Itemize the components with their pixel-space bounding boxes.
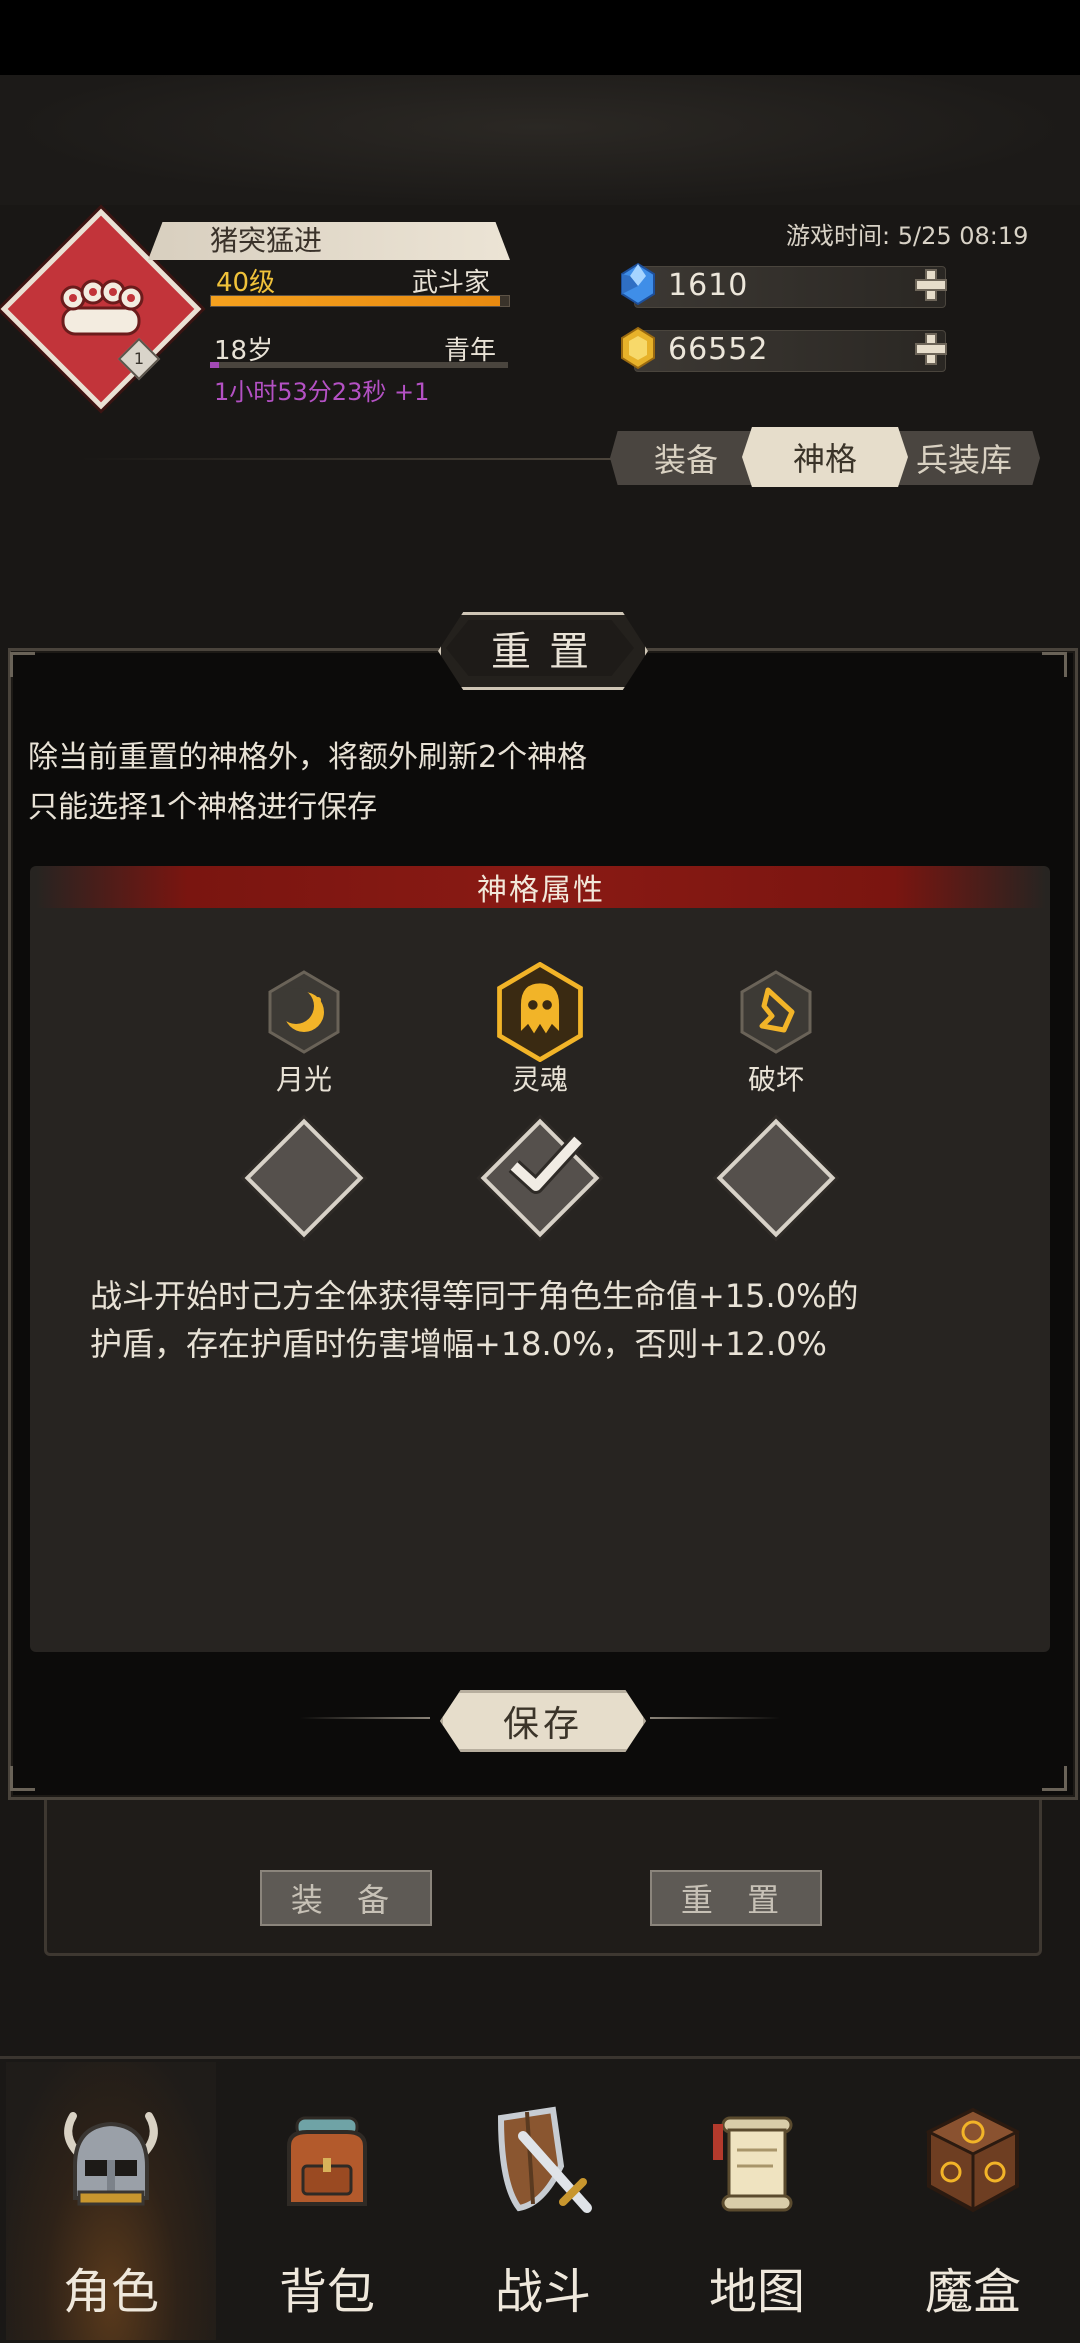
add-diamond-button[interactable] [914, 268, 948, 302]
tab-armory[interactable]: 兵装库 [888, 431, 1040, 485]
dialog-description-2: 只能选择1个神格进行保存 [28, 790, 378, 825]
dialog-corner [10, 652, 35, 677]
backpack-icon [287, 2116, 367, 2206]
name-ribbon [148, 222, 510, 260]
magic-box-icon [925, 2107, 1021, 2213]
option-label-soul: 灵魂 [511, 1063, 568, 1096]
section-title: 神格属性 [36, 866, 1046, 908]
nav-label-map: 地图 [708, 2264, 805, 2320]
nav-label-character: 角色 [62, 2264, 159, 2320]
dialog-description-1: 除当前重置的神格外，将额外刷新2个神格 [28, 740, 588, 775]
status-bar [0, 0, 1080, 75]
add-gold-button[interactable] [914, 332, 948, 366]
nav-label-battle: 战斗 [494, 2264, 591, 2320]
dialog-corner [1042, 1766, 1067, 1791]
age-bar-fill [210, 362, 219, 368]
option-label-destroy: 破坏 [747, 1063, 804, 1096]
nav-label-backpack: 背包 [278, 2264, 375, 2320]
nav-item-magic-box[interactable]: 魔盒 [868, 2062, 1078, 2340]
dialog-title: 重置 [446, 620, 634, 676]
background-equip-button[interactable]: 装 备 [260, 1870, 432, 1926]
age-timer: 1小时53分23秒 +1 [214, 378, 430, 406]
age-bar [210, 362, 508, 368]
background-panel [44, 1790, 1042, 1956]
save-button[interactable]: 保存 [440, 1690, 646, 1752]
nav-item-battle[interactable]: 战斗 [438, 2062, 648, 2340]
header-background [0, 75, 1080, 205]
background-reset-button[interactable]: 重 置 [650, 1870, 822, 1926]
dialog-corner [10, 1766, 35, 1791]
save-divider-right [650, 1717, 780, 1719]
diamond-count: 1610 [668, 268, 749, 303]
nav-item-backpack[interactable]: 背包 [222, 2062, 432, 2340]
moon-icon[interactable] [266, 970, 342, 1054]
effect-line-2: 护盾，存在护盾时伤害增幅+18.0%，否则+12.0% [90, 1325, 827, 1363]
checkmark-icon [508, 1134, 584, 1194]
sword-shield-icon [497, 2106, 592, 2213]
exp-bar [210, 295, 510, 307]
save-divider-left [300, 1717, 430, 1719]
option-label-moonlight: 月光 [275, 1063, 332, 1096]
diamond-icon [621, 262, 655, 306]
helmet-icon [64, 2112, 158, 2206]
character-name: 猪突猛进 [210, 224, 323, 257]
nav-item-map[interactable]: 地图 [652, 2062, 862, 2340]
tab-equipment[interactable]: 装备 [610, 431, 762, 485]
game-time: 游戏时间: 5/25 08:19 [786, 222, 1029, 250]
tab-divinity[interactable]: 神格 [742, 427, 908, 487]
character-level: 40级 [216, 268, 276, 298]
dialog-corner [1042, 652, 1067, 677]
character-job: 武斗家 [412, 268, 491, 298]
nav-item-character[interactable]: 角色 [6, 2062, 216, 2340]
gold-icon [621, 326, 655, 370]
destroy-icon[interactable] [738, 970, 814, 1054]
effect-description: 战斗开始时己方全体获得等同于角色生命值+15.0%的 护盾，存在护盾时伤害增幅+… [90, 1272, 990, 1368]
soul-icon[interactable] [494, 962, 586, 1062]
tab-divider [80, 458, 620, 460]
badge-level-text: 1 [133, 349, 145, 368]
scroll-map-icon [713, 2116, 793, 2212]
exp-bar-fill [211, 296, 501, 306]
gold-count: 66552 [668, 332, 769, 367]
nav-label-magic-box: 魔盒 [924, 2264, 1021, 2320]
effect-line-1: 战斗开始时己方全体获得等同于角色生命值+15.0%的 [90, 1277, 859, 1315]
